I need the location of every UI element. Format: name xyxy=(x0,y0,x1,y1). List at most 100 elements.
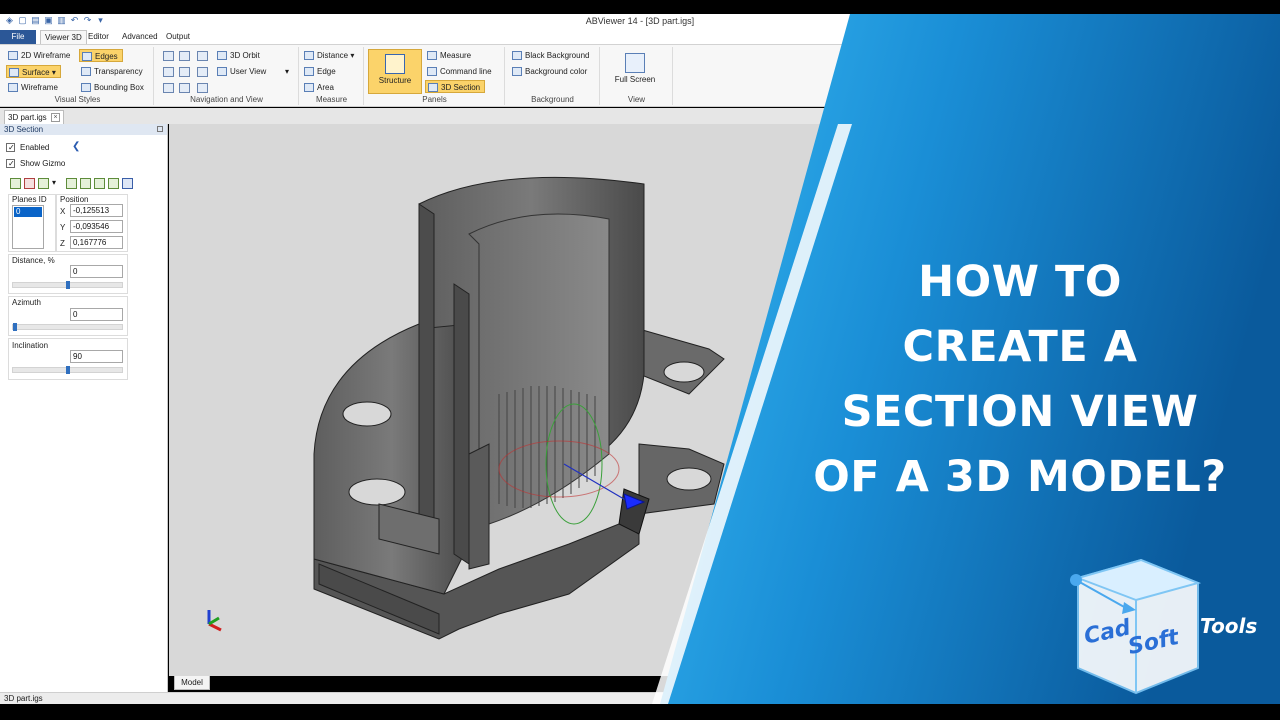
zoom-window-icon[interactable] xyxy=(179,51,190,61)
align-plane-icon[interactable] xyxy=(94,178,105,189)
viewport-3d[interactable] xyxy=(169,124,850,676)
surface-icon xyxy=(9,68,19,77)
measure-icon xyxy=(427,51,437,60)
section-icon xyxy=(428,83,438,92)
list-item[interactable]: 0 xyxy=(14,207,42,217)
y-label: Y xyxy=(60,223,66,232)
chevron-down-icon[interactable]: ▾ xyxy=(52,178,63,189)
bounding-box-button[interactable]: Bounding Box xyxy=(81,81,144,94)
status-bar: 3D part.igs xyxy=(0,692,850,704)
full-screen-button[interactable]: Full Screen xyxy=(609,49,661,91)
group-measure: Distance ▾ Edge Area Measure xyxy=(300,47,364,105)
delete-plane-icon[interactable] xyxy=(24,178,35,189)
zoom-in-icon[interactable] xyxy=(197,51,208,61)
inclination-slider[interactable] xyxy=(12,366,123,374)
planes-list[interactable]: 0 xyxy=(12,205,44,249)
model-tab[interactable]: Model xyxy=(174,676,210,690)
headline-line: OF A 3D MODEL? xyxy=(813,452,1227,502)
area-icon xyxy=(304,83,314,92)
headline-line: HOW TO xyxy=(918,257,1122,307)
transparency-button[interactable]: Transparency xyxy=(81,65,143,78)
zoom-out-icon[interactable] xyxy=(197,67,208,77)
fit-view-icon[interactable] xyxy=(163,67,174,77)
chevron-down-icon[interactable]: ▾ xyxy=(285,67,289,76)
position-y-input[interactable]: -0,093546 xyxy=(70,220,123,233)
previous-view-icon[interactable] xyxy=(163,83,174,93)
tab-file[interactable]: File xyxy=(0,30,36,44)
azimuth-slider[interactable] xyxy=(12,323,123,331)
section-3d-button[interactable]: 3D Section xyxy=(425,80,486,93)
reset-icon[interactable]: ❮ xyxy=(72,141,80,152)
group-label-view: View xyxy=(627,95,646,104)
edges-button[interactable]: Edges xyxy=(79,49,123,62)
azimuth-input[interactable]: 0 xyxy=(70,308,123,321)
tab-advanced[interactable]: Advanced xyxy=(118,30,162,44)
wireframe-icon xyxy=(8,83,18,92)
headline: HOW TO CREATE A SECTION VIEW OF A 3D MOD… xyxy=(790,250,1250,510)
edge-icon xyxy=(304,67,314,76)
panel-title: 3D Section xyxy=(0,124,167,135)
inclination-label: Inclination xyxy=(12,341,49,350)
show-gizmo-checkbox[interactable]: Show Gizmo xyxy=(6,158,65,169)
measure-panel-button[interactable]: Measure xyxy=(427,49,471,62)
enabled-checkbox[interactable]: Enabled xyxy=(6,142,49,153)
checkbox-icon xyxy=(6,142,15,153)
zoom-extents-icon[interactable] xyxy=(163,51,174,61)
black-background-icon xyxy=(512,51,522,60)
chevron-down-icon: ▾ xyxy=(350,51,355,60)
move-plane-icon[interactable] xyxy=(66,178,77,189)
pin-icon[interactable] xyxy=(157,126,163,132)
pan-hand-icon[interactable] xyxy=(197,83,208,93)
tab-viewer-3d[interactable]: Viewer 3D xyxy=(40,30,87,44)
position-x-input[interactable]: -0,125513 xyxy=(70,204,123,217)
user-view-button[interactable]: User View xyxy=(217,65,266,78)
window-title: ABViewer 14 - [3D part.igs] xyxy=(585,16,695,26)
azimuth-label: Azimuth xyxy=(12,298,41,307)
edge-button[interactable]: Edge xyxy=(304,65,336,78)
z-label: Z xyxy=(60,239,65,248)
bottom-letterbox xyxy=(0,704,1280,720)
tab-output[interactable]: Output xyxy=(162,30,194,44)
document-tabs: 3D part.igs × xyxy=(0,108,850,124)
area-button[interactable]: Area xyxy=(304,81,334,94)
black-background-button[interactable]: Black Background xyxy=(512,49,589,62)
surface-button[interactable]: Surface ▾ xyxy=(6,65,61,78)
slider-thumb[interactable] xyxy=(66,366,70,374)
wireframe-button[interactable]: Wireframe xyxy=(8,81,58,94)
flip-plane-icon[interactable] xyxy=(38,178,49,189)
rotate-plane-icon[interactable] xyxy=(80,178,91,189)
document-tab[interactable]: 3D part.igs × xyxy=(4,110,64,124)
wireframe-2d-button[interactable]: 2D Wireframe xyxy=(8,49,70,62)
slider-thumb[interactable] xyxy=(66,281,70,289)
rotate-icon[interactable] xyxy=(179,83,190,93)
inclination-input[interactable]: 90 xyxy=(70,350,123,363)
save-section-icon[interactable] xyxy=(122,178,133,189)
planes-id-label: Planes ID xyxy=(12,195,47,204)
distance-input[interactable]: 0 xyxy=(70,265,123,278)
checkbox-icon xyxy=(6,158,15,169)
group-label-background: Background xyxy=(531,95,574,104)
edges-icon xyxy=(82,52,92,61)
tab-editor[interactable]: Editor xyxy=(84,30,113,44)
fit-plane-icon[interactable] xyxy=(108,178,119,189)
group-label-navigation: Navigation and View xyxy=(190,95,263,104)
bounding-box-icon xyxy=(81,83,91,92)
title-bar: ◈ ▢ ▤ ▣ ▥ ↶ ↷ ▾ ABViewer 14 - [3D part.i… xyxy=(0,14,1280,30)
command-line-button[interactable]: Command line xyxy=(427,65,492,78)
add-plane-icon[interactable] xyxy=(10,178,21,189)
distance-slider[interactable] xyxy=(12,281,123,289)
wireframe-2d-icon xyxy=(8,51,18,60)
slider-thumb[interactable] xyxy=(13,323,17,331)
group-visual-styles: 2D Wireframe Surface ▾ Wireframe Edges T… xyxy=(2,47,154,105)
distance-button[interactable]: Distance ▾ xyxy=(304,49,354,62)
orbit-3d-button[interactable]: 3D Orbit xyxy=(217,49,260,62)
group-panels: Structure Measure Command line 3D Sectio… xyxy=(365,47,505,105)
group-view: Full Screen View xyxy=(601,47,673,105)
zoom-selection-icon[interactable] xyxy=(179,67,190,77)
color-palette-icon xyxy=(512,67,522,76)
close-icon[interactable]: × xyxy=(51,113,60,122)
position-z-input[interactable]: 0,167776 xyxy=(70,236,123,249)
background-color-button[interactable]: Background color xyxy=(512,65,587,78)
structure-button[interactable]: Structure xyxy=(368,49,422,94)
axis-triad xyxy=(207,610,222,632)
